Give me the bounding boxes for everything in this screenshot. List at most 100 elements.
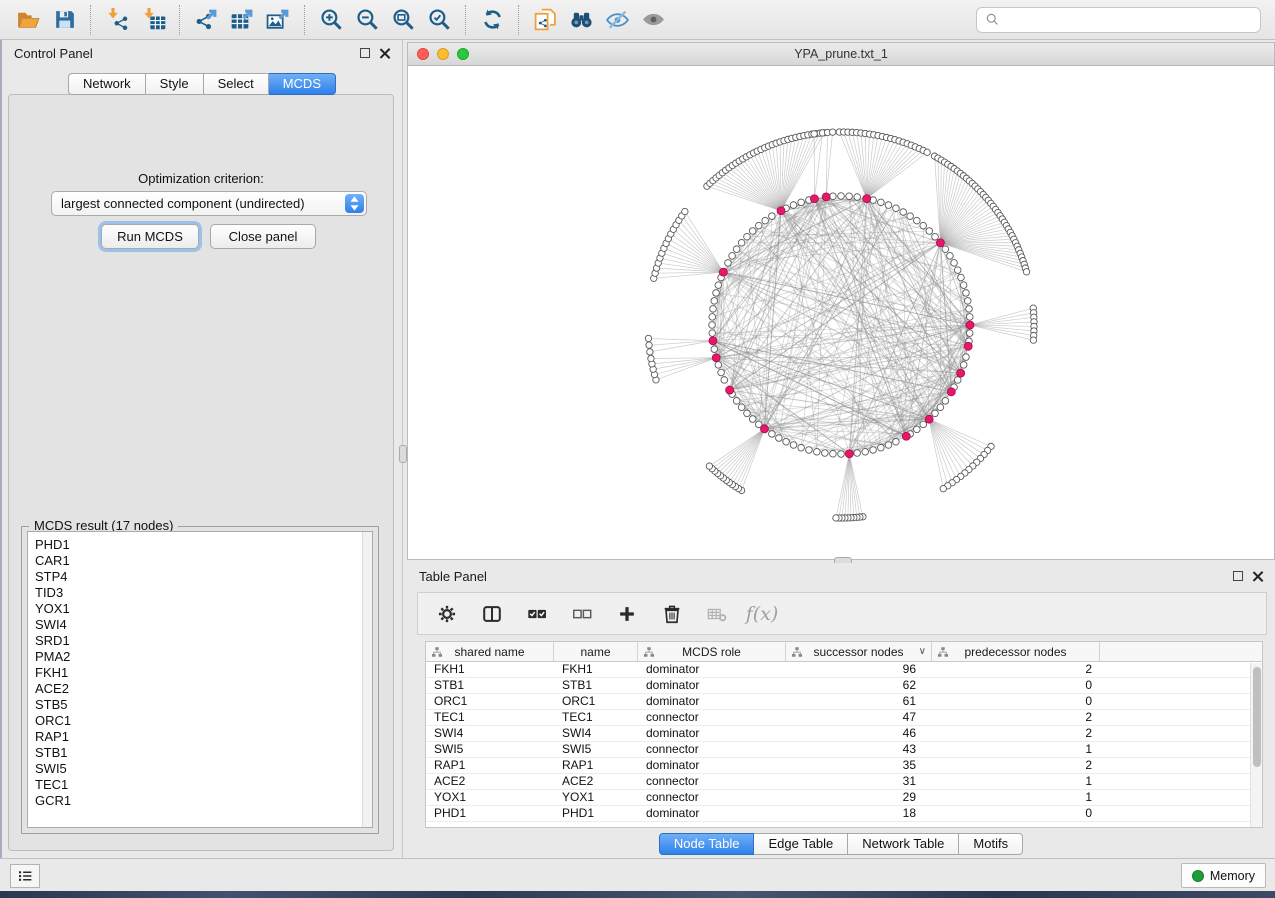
gear-button[interactable] — [434, 602, 460, 626]
export-table-button[interactable] — [224, 4, 260, 36]
mcds-hub-node[interactable] — [810, 195, 818, 203]
zoom-in-button[interactable] — [313, 4, 349, 36]
table-row[interactable]: SWI5SWI5connector431 — [426, 742, 1262, 758]
float-panel-icon[interactable] — [360, 48, 370, 58]
mcds-result-item[interactable]: TEC1 — [35, 777, 372, 793]
column-header-MCDS-role[interactable]: MCDS role — [638, 642, 786, 661]
first-neighbors-button[interactable] — [563, 4, 599, 36]
show-task-history-button[interactable] — [10, 864, 40, 888]
save-button[interactable] — [46, 4, 82, 36]
tab-mcds[interactable]: MCDS — [269, 73, 336, 95]
import-table-button[interactable] — [135, 4, 171, 36]
open-button[interactable] — [10, 4, 46, 36]
mcds-hub-node[interactable] — [964, 342, 972, 350]
delete-table-button[interactable] — [704, 602, 730, 626]
import-network-button[interactable] — [99, 4, 135, 36]
mcds-hub-node[interactable] — [777, 207, 785, 215]
mcds-hub-node[interactable] — [712, 354, 720, 362]
close-panel-button[interactable]: Close panel — [210, 224, 316, 249]
column-header-name[interactable]: name — [554, 642, 638, 661]
network-graph-canvas[interactable] — [408, 66, 1274, 559]
mcds-result-item[interactable]: GCR1 — [35, 793, 372, 809]
show-all-button[interactable] — [635, 4, 671, 36]
mcds-result-item[interactable]: PHD1 — [35, 537, 372, 553]
mcds-result-item[interactable]: TID3 — [35, 585, 372, 601]
tab-edge-table[interactable]: Edge Table — [754, 833, 848, 855]
mcds-result-list[interactable]: PHD1CAR1STP4TID3YOX1SWI4SRD1PMA2FKH1ACE2… — [27, 531, 373, 828]
mcds-hub-node[interactable] — [925, 415, 933, 423]
clone-network-button[interactable] — [527, 4, 563, 36]
table-row[interactable]: FKH1FKH1dominator962 — [426, 662, 1262, 678]
mcds-result-item[interactable]: STB5 — [35, 697, 372, 713]
mcds-result-item[interactable]: RAP1 — [35, 729, 372, 745]
mcds-hub-node[interactable] — [709, 337, 717, 345]
search-box[interactable] — [976, 7, 1261, 33]
mcds-hub-node[interactable] — [726, 386, 734, 394]
run-mcds-button[interactable]: Run MCDS — [101, 224, 199, 249]
scrollbar-thumb[interactable] — [1253, 667, 1261, 767]
table-row[interactable]: RAP1RAP1dominator352 — [426, 758, 1262, 774]
mcds-result-item[interactable]: CAR1 — [35, 553, 372, 569]
column-header-predecessor-nodes[interactable]: predecessor nodes — [932, 642, 1100, 661]
sort-chevron-icon[interactable]: ∨ — [919, 646, 926, 657]
column-header-shared-name[interactable]: shared name — [426, 642, 554, 661]
result-list-scrollbar[interactable] — [362, 532, 372, 827]
memory-button[interactable]: Memory — [1181, 863, 1266, 888]
columns-button[interactable] — [479, 602, 505, 626]
select-all-button[interactable] — [524, 602, 550, 626]
mcds-result-item[interactable]: ACE2 — [35, 681, 372, 697]
mcds-hub-node[interactable] — [902, 432, 910, 440]
mcds-result-item[interactable]: STB1 — [35, 745, 372, 761]
close-panel-icon[interactable] — [379, 48, 390, 59]
mcds-hub-node[interactable] — [957, 369, 965, 377]
mcds-result-item[interactable]: SWI4 — [35, 617, 372, 633]
tab-select[interactable]: Select — [204, 73, 269, 95]
table-row[interactable]: ACE2ACE2connector311 — [426, 774, 1262, 790]
mcds-result-item[interactable]: YOX1 — [35, 601, 372, 617]
float-panel-icon[interactable] — [1233, 571, 1243, 581]
table-row[interactable]: YOX1YOX1connector291 — [426, 790, 1262, 806]
mcds-hub-node[interactable] — [822, 193, 830, 201]
table-row[interactable]: PHD1PHD1dominator180 — [426, 806, 1262, 822]
mcds-hub-node[interactable] — [947, 388, 955, 396]
optimization-criterion-dropdown[interactable]: largest connected component (undirected) — [51, 191, 367, 216]
table-row[interactable]: STB1STB1dominator620 — [426, 678, 1262, 694]
mcds-hub-node[interactable] — [719, 268, 727, 276]
mcds-hub-node[interactable] — [936, 239, 944, 247]
table-row[interactable]: TEC1TEC1connector472 — [426, 710, 1262, 726]
mcds-result-item[interactable]: FKH1 — [35, 665, 372, 681]
zoom-selected-button[interactable] — [421, 4, 457, 36]
delete-row-button[interactable] — [659, 602, 685, 626]
mcds-hub-node[interactable] — [863, 195, 871, 203]
deselect-all-button[interactable] — [569, 602, 595, 626]
add-column-button[interactable] — [614, 602, 640, 626]
table-row[interactable]: ORC1ORC1dominator610 — [426, 694, 1262, 710]
tab-network-table[interactable]: Network Table — [848, 833, 959, 855]
function-builder-button[interactable]: f(x) — [749, 602, 775, 626]
mcds-hub-node[interactable] — [760, 425, 768, 433]
mcds-result-item[interactable]: PMA2 — [35, 649, 372, 665]
mcds-result-item[interactable]: SWI5 — [35, 761, 372, 777]
tab-node-table[interactable]: Node Table — [659, 833, 755, 855]
zoom-fit-button[interactable] — [385, 4, 421, 36]
network-window-titlebar[interactable]: YPA_prune.txt_1 — [408, 43, 1274, 66]
mcds-hub-node[interactable] — [966, 321, 974, 329]
close-panel-icon[interactable] — [1252, 571, 1263, 582]
table-row[interactable]: SWI4SWI4dominator462 — [426, 726, 1262, 742]
refresh-button[interactable] — [474, 4, 510, 36]
splitter-grip[interactable] — [399, 445, 407, 463]
tab-motifs[interactable]: Motifs — [959, 833, 1023, 855]
mcds-result-item[interactable]: ORC1 — [35, 713, 372, 729]
mcds-result-item[interactable]: SRD1 — [35, 633, 372, 649]
export-image-button[interactable] — [260, 4, 296, 36]
table-scrollbar[interactable] — [1250, 663, 1262, 827]
hide-selected-button[interactable] — [599, 4, 635, 36]
search-input[interactable] — [1000, 13, 1260, 27]
mcds-result-item[interactable]: STP4 — [35, 569, 372, 585]
tab-network[interactable]: Network — [68, 73, 146, 95]
mcds-hub-node[interactable] — [845, 450, 853, 458]
column-header-successor-nodes[interactable]: successor nodes∨ — [786, 642, 932, 661]
tab-style[interactable]: Style — [146, 73, 204, 95]
zoom-out-button[interactable] — [349, 4, 385, 36]
export-network-button[interactable] — [188, 4, 224, 36]
